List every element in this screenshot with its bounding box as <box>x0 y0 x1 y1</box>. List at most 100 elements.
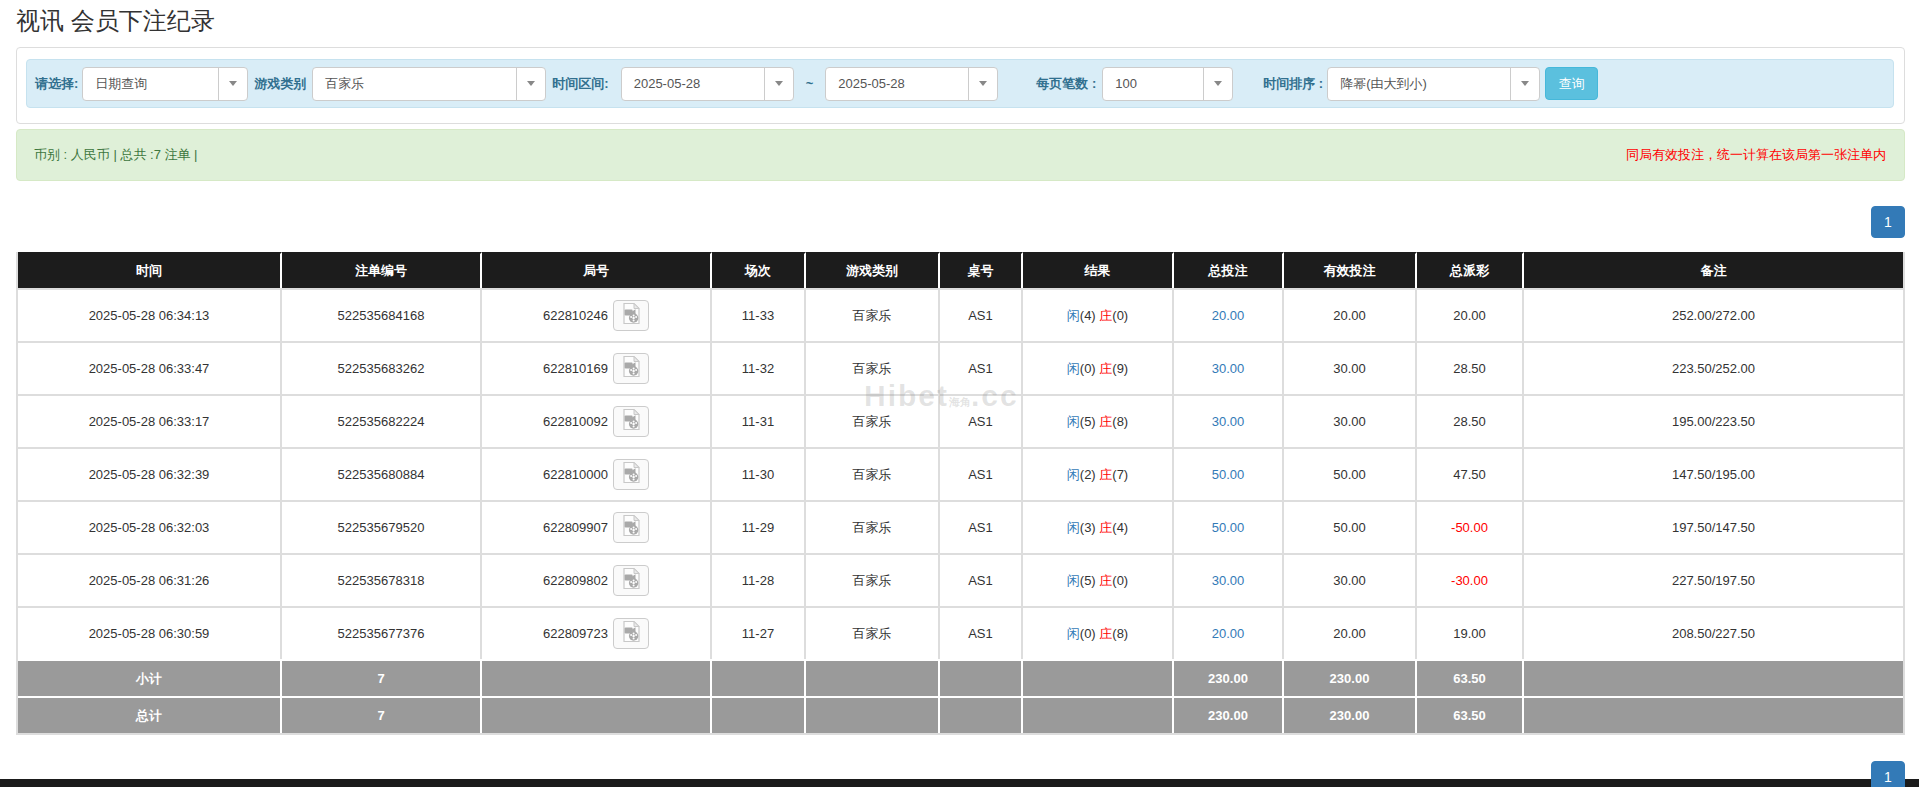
result-zhuang-label: 庄 <box>1099 414 1112 429</box>
date-from-value: 2025-05-28 <box>634 76 701 91</box>
page-size-select[interactable]: 100 <box>1102 67 1233 101</box>
total-bet-link[interactable]: 30.00 <box>1212 414 1245 429</box>
cell-valid-bet: 50.00 <box>1284 447 1417 500</box>
result-zhuang-label: 庄 <box>1099 626 1112 641</box>
time-range-label: 时间区间: <box>552 75 608 93</box>
result-xian-label: 闲 <box>1067 626 1080 641</box>
round-no-text: 622809802 <box>543 571 608 590</box>
summary-right-note: 同局有效投注，统一计算在该局第一张注单内 <box>1626 146 1886 164</box>
cell-bet-no: 522535683262 <box>282 341 482 394</box>
chevron-down-icon <box>968 68 997 100</box>
chevron-down-icon <box>218 68 247 100</box>
result-zhuang-label: 庄 <box>1099 467 1112 482</box>
filter-bar: 请选择: 日期查询 游戏类别 百家乐 时间区间: 2025-05-28 ~ 20… <box>26 59 1894 108</box>
date-from-select[interactable]: 2025-05-28 <box>621 67 794 101</box>
query-button[interactable]: 查询 <box>1545 67 1598 100</box>
table-header-row: 时间注单编号局号场次游戏类别桌号结果总投注有效投注总派彩备注 <box>18 252 1903 288</box>
result-xian-count: (5) <box>1080 414 1096 429</box>
video-replay-button[interactable] <box>613 300 649 331</box>
tilde-separator: ~ <box>806 76 814 91</box>
video-file-icon <box>620 302 643 330</box>
result-xian-label: 闲 <box>1067 520 1080 535</box>
result-zhuang-count: (8) <box>1112 414 1128 429</box>
bet-records-table: 时间注单编号局号场次游戏类别桌号结果总投注有效投注总派彩备注 2025-05-2… <box>16 252 1905 735</box>
cell-round-no: 622809802 <box>482 553 712 606</box>
pagination-page-1-top[interactable]: 1 <box>1871 206 1905 238</box>
result-zhuang-label: 庄 <box>1099 308 1112 323</box>
cell-table-no: AS1 <box>940 500 1023 553</box>
cell-remark: 223.50/252.00 <box>1524 341 1903 394</box>
video-file-icon <box>620 408 643 436</box>
total-bet-link[interactable]: 50.00 <box>1212 467 1245 482</box>
video-replay-button[interactable] <box>613 459 649 490</box>
cell-remark: 147.50/195.00 <box>1524 447 1903 500</box>
total-bet-link[interactable]: 20.00 <box>1212 626 1245 641</box>
sort-value: 降幂(由大到小) <box>1340 75 1427 93</box>
pagination-top: 1 <box>16 206 1905 238</box>
cell-remark: 227.50/197.50 <box>1524 553 1903 606</box>
video-file-icon <box>620 514 643 542</box>
date-to-select[interactable]: 2025-05-28 <box>825 67 998 101</box>
subtotal-count: 7 <box>282 659 482 696</box>
game-type-select[interactable]: 百家乐 <box>312 67 546 101</box>
bet-row-0: 2025-05-28 06:34:13522535684168622810246… <box>18 288 1903 341</box>
result-xian-count: (3) <box>1080 520 1096 535</box>
result-zhuang-count: (0) <box>1112 308 1128 323</box>
subtotal-empty <box>940 659 1023 696</box>
cell-table-no: AS1 <box>940 447 1023 500</box>
cell-total-bet[interactable]: 30.00 <box>1174 341 1284 394</box>
chevron-down-icon <box>1203 68 1232 100</box>
cell-result: 闲(2) 庄(7) <box>1023 447 1174 500</box>
cell-result: 闲(5) 庄(8) <box>1023 394 1174 447</box>
cell-total-bet[interactable]: 30.00 <box>1174 553 1284 606</box>
total-empty <box>806 696 940 733</box>
result-xian-label: 闲 <box>1067 414 1080 429</box>
cell-session: 11-32 <box>712 341 806 394</box>
subtotal-valid-bet: 230.00 <box>1284 659 1417 696</box>
result-xian-count: (4) <box>1080 308 1096 323</box>
cell-valid-bet: 20.00 <box>1284 288 1417 341</box>
game-type-label: 游戏类别 <box>254 75 306 93</box>
total-valid-bet: 230.00 <box>1284 696 1417 733</box>
result-xian-label: 闲 <box>1067 361 1080 376</box>
cell-game-type: 百家乐 <box>806 606 940 659</box>
cell-time: 2025-05-28 06:33:47 <box>18 341 282 394</box>
result-xian-count: (2) <box>1080 467 1096 482</box>
total-bet-link[interactable]: 30.00 <box>1212 573 1245 588</box>
date-to-value: 2025-05-28 <box>838 76 905 91</box>
video-replay-button[interactable] <box>613 353 649 384</box>
round-no-text: 622810092 <box>543 412 608 431</box>
cell-remark: 195.00/223.50 <box>1524 394 1903 447</box>
cell-total-bet[interactable]: 50.00 <box>1174 447 1284 500</box>
cell-total-bet[interactable]: 20.00 <box>1174 606 1284 659</box>
video-file-icon <box>620 567 643 595</box>
cell-table-no: AS1 <box>940 553 1023 606</box>
total-bet-link[interactable]: 50.00 <box>1212 520 1245 535</box>
cell-total-bet[interactable]: 30.00 <box>1174 394 1284 447</box>
subtotal-payout: 63.50 <box>1417 659 1524 696</box>
cell-bet-no: 522535682224 <box>282 394 482 447</box>
total-row: 总计7230.00230.0063.50 <box>18 696 1903 733</box>
video-replay-button[interactable] <box>613 565 649 596</box>
cell-game-type: 百家乐 <box>806 500 940 553</box>
cell-payout: -30.00 <box>1417 553 1524 606</box>
sort-select[interactable]: 降幂(由大到小) <box>1327 67 1540 101</box>
cell-round-no: 622810092 <box>482 394 712 447</box>
total-bet-link[interactable]: 30.00 <box>1212 361 1245 376</box>
pagination-page-1-bottom[interactable]: 1 <box>1871 761 1905 787</box>
result-xian-count: (0) <box>1080 361 1096 376</box>
total-bet-link[interactable]: 20.00 <box>1212 308 1245 323</box>
total-empty <box>1023 696 1174 733</box>
video-file-icon <box>620 355 643 383</box>
cell-total-bet[interactable]: 20.00 <box>1174 288 1284 341</box>
cell-table-no: AS1 <box>940 341 1023 394</box>
cell-session: 11-29 <box>712 500 806 553</box>
video-replay-button[interactable] <box>613 618 649 649</box>
cell-result: 闲(0) 庄(9) <box>1023 341 1174 394</box>
video-file-icon <box>620 461 643 489</box>
query-type-select[interactable]: 日期查询 <box>82 67 248 101</box>
video-replay-button[interactable] <box>613 512 649 543</box>
bet-row-6: 2025-05-28 06:30:59522535677376622809723… <box>18 606 1903 659</box>
cell-total-bet[interactable]: 50.00 <box>1174 500 1284 553</box>
video-replay-button[interactable] <box>613 406 649 437</box>
